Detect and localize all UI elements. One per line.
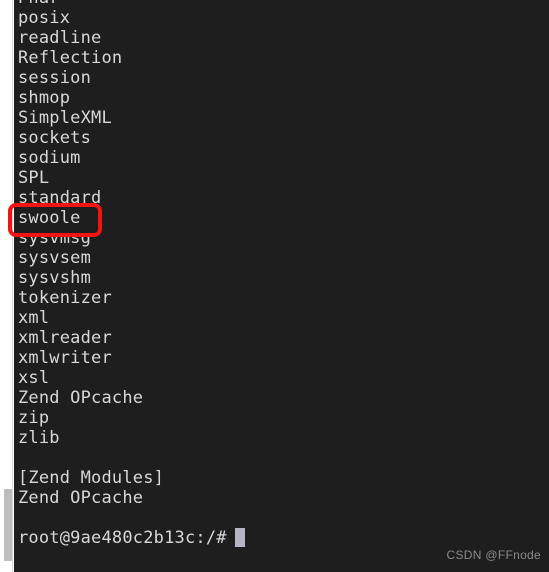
terminal-line-swoole: swoole	[18, 208, 81, 228]
terminal-line: Zend OPcache	[18, 388, 144, 408]
terminal-line: sockets	[18, 128, 92, 148]
terminal-line: SPL	[18, 168, 50, 188]
terminal-line: Zend OPcache	[18, 488, 144, 508]
terminal-line: xmlreader	[18, 328, 112, 348]
terminal-line: sysvshm	[18, 268, 92, 288]
terminal-line: sodium	[18, 148, 81, 168]
vertical-scrollbar-track[interactable]	[2, 0, 12, 572]
terminal-line: xsl	[18, 368, 50, 388]
terminal-line: standard	[18, 188, 102, 208]
terminal-line: session	[18, 68, 92, 88]
terminal-line: zlib	[18, 428, 60, 448]
vertical-scrollbar-thumb[interactable]	[4, 489, 12, 561]
terminal-line: Phar	[14, 0, 549, 8]
terminal-line: xml	[18, 308, 50, 328]
terminal-line: SimpleXML	[18, 108, 112, 128]
terminal-line: xmlwriter	[18, 348, 112, 368]
terminal-screenshot: Phar posix readline Reflection session s…	[0, 0, 549, 572]
terminal-line: posix	[18, 8, 71, 28]
terminal-line: shmop	[18, 88, 71, 108]
terminal-line: readline	[18, 28, 102, 48]
watermark-label: CSDN @FFnode	[446, 548, 541, 562]
shell-prompt: root@9ae480c2b13c:/#	[18, 528, 227, 548]
text-cursor	[234, 528, 245, 547]
terminal-prompt-line[interactable]: root@9ae480c2b13c:/#	[14, 528, 549, 548]
terminal-line: sysvsem	[18, 248, 92, 268]
terminal-lines: Phar posix readline Reflection session s…	[14, 0, 549, 548]
terminal-line: sysvmsg	[18, 228, 92, 248]
terminal-line: zip	[18, 408, 50, 428]
terminal-section-header: [Zend Modules]	[18, 468, 165, 488]
left-gutter	[0, 0, 13, 572]
terminal-output-pane[interactable]: Phar posix readline Reflection session s…	[14, 0, 549, 572]
terminal-line: tokenizer	[18, 288, 112, 308]
terminal-line: Reflection	[18, 48, 123, 68]
